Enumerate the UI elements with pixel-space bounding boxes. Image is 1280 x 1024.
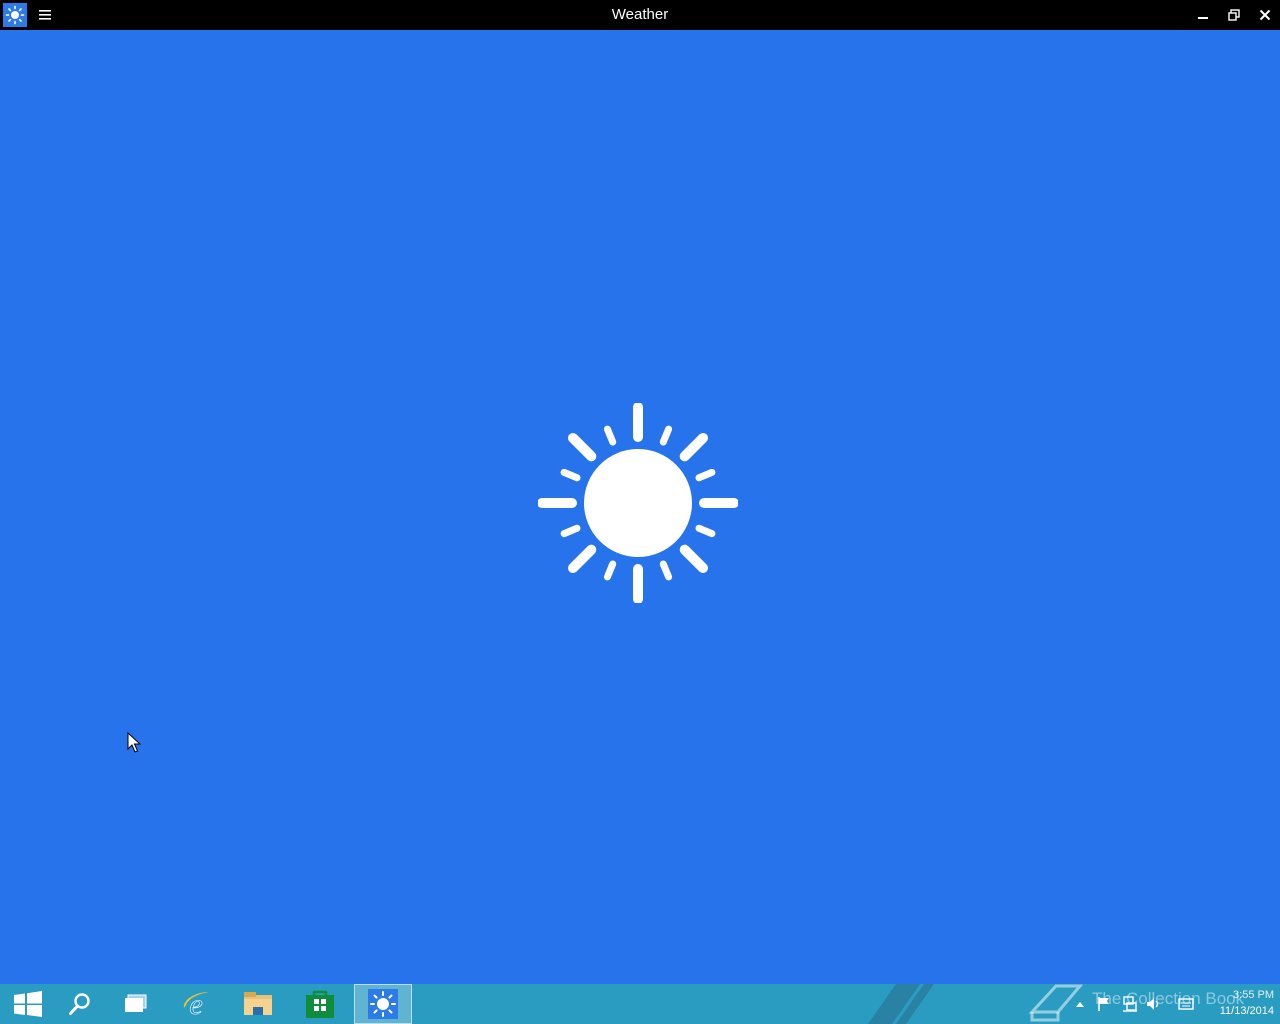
windows-logo-icon — [14, 991, 42, 1017]
volume-icon — [1147, 998, 1159, 1010]
network-button[interactable] — [1122, 996, 1138, 1012]
sun-ray — [567, 432, 597, 462]
store-bag-icon — [306, 990, 334, 1018]
search-button[interactable] — [52, 984, 108, 1024]
action-center-button[interactable] — [1096, 996, 1112, 1012]
clock-date: 11/13/2014 — [1219, 1005, 1274, 1017]
title-bar: Weather — [0, 0, 1280, 30]
sun-ray — [679, 544, 709, 574]
show-hidden-icons-button[interactable] — [1072, 996, 1088, 1012]
taskbar: e The Collection Book 3:55 PM 11/13/2014 — [0, 984, 1280, 1024]
input-keyboard-button[interactable] — [1178, 996, 1194, 1012]
task-view-button[interactable] — [108, 984, 164, 1024]
sun-ray — [679, 432, 709, 462]
store-button[interactable] — [292, 984, 348, 1024]
network-icon — [1123, 996, 1137, 1012]
minimize-button[interactable] — [1187, 0, 1219, 30]
keyboard-icon — [1178, 998, 1194, 1010]
window-title: Weather — [611, 6, 669, 23]
minimize-icon — [1198, 17, 1208, 19]
chevron-up-icon — [1076, 1002, 1084, 1007]
mouse-cursor-icon — [127, 732, 141, 753]
weather-app-icon[interactable] — [3, 3, 27, 27]
restore-icon — [1228, 9, 1240, 21]
weather-sun-icon — [368, 989, 398, 1019]
sun-ray — [560, 524, 581, 538]
restore-button[interactable] — [1218, 0, 1250, 30]
sun-icon — [538, 403, 738, 603]
hamburger-menu-icon[interactable] — [36, 6, 54, 24]
volume-button[interactable] — [1146, 996, 1162, 1012]
internet-explorer-button[interactable]: e — [168, 984, 224, 1024]
sun-ray — [659, 425, 673, 446]
start-button[interactable] — [0, 984, 56, 1024]
flag-icon — [1098, 997, 1109, 1011]
folder-icon — [244, 992, 272, 1015]
internet-explorer-icon: e — [183, 988, 209, 1020]
close-button[interactable] — [1249, 0, 1280, 30]
sun-ray — [603, 425, 617, 446]
sun-ray — [659, 560, 673, 581]
sun-ray — [603, 560, 617, 581]
weather-taskbar-button[interactable] — [354, 984, 412, 1024]
sun-ray — [695, 468, 716, 482]
sun-ray — [695, 524, 716, 538]
search-icon — [69, 993, 90, 1015]
system-clock[interactable]: 3:55 PM 11/13/2014 — [1202, 987, 1274, 1023]
clock-time: 3:55 PM — [1233, 989, 1274, 1001]
sun-ray — [560, 468, 581, 482]
task-view-icon — [125, 994, 147, 1012]
file-explorer-button[interactable] — [230, 984, 286, 1024]
svg-text:e: e — [189, 988, 202, 1020]
close-icon — [1259, 9, 1271, 21]
sun-ray — [567, 544, 597, 574]
weather-splash-screen — [0, 30, 1280, 984]
